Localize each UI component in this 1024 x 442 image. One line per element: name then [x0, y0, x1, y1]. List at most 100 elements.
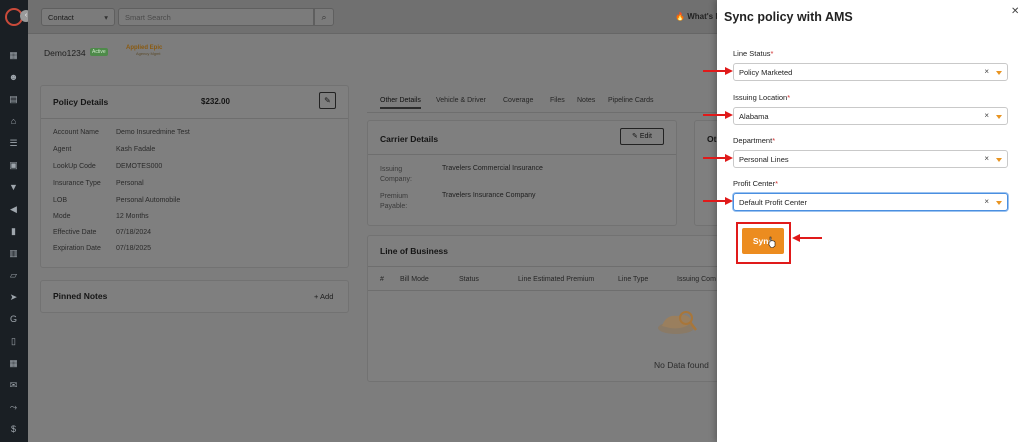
notes-icon[interactable]: ▯: [8, 336, 19, 347]
billing-icon[interactable]: $: [8, 424, 19, 435]
policy-field: LOB Personal Automobile: [53, 197, 180, 204]
policy-details-card: Policy Details $232.00 ✎ Account Name Dem…: [40, 85, 349, 268]
applied-epic-logo: Applied Epic Agency Mgmt: [126, 45, 162, 56]
select-value: Policy Marketed: [739, 68, 793, 77]
no-data-message: No Data found: [654, 360, 709, 370]
field-label: Effective Date: [53, 229, 97, 236]
pencil-icon: ✎: [632, 133, 638, 140]
line-status-select[interactable]: Policy Marketed ×: [733, 63, 1008, 81]
chevron-down-icon[interactable]: [996, 71, 1002, 75]
policy-field: Effective Date 07/18/2024: [53, 229, 151, 236]
column-header: Issuing Com: [677, 276, 716, 283]
column-header: #: [380, 276, 384, 283]
required-mark: *: [770, 49, 774, 58]
tab-coverage[interactable]: Coverage: [503, 97, 533, 104]
field-value: 07/18/2024: [116, 229, 152, 236]
premium-payable-value: Travelers Insurance Company: [442, 192, 536, 199]
policy-field: Agent Kash Fadale: [53, 146, 155, 153]
close-icon[interactable]: ✕: [1011, 6, 1019, 17]
label-text: Issuing Location: [733, 93, 788, 102]
field-label: Insurance Type: [53, 180, 101, 187]
hand-cursor-icon: [768, 236, 776, 248]
field-label: LOB: [53, 197, 68, 204]
profit-center-select[interactable]: Default Profit Center ×: [733, 193, 1008, 211]
workflow-icon[interactable]: ⤳: [8, 402, 19, 413]
list-icon[interactable]: ☰: [8, 138, 19, 149]
field-value: Kash Fadale: [116, 146, 156, 153]
department-select[interactable]: Personal Lines ×: [733, 150, 1008, 168]
google-icon[interactable]: G: [8, 314, 19, 325]
policy-field: Mode 12 Months: [53, 213, 149, 220]
context-select[interactable]: Contact ▾: [41, 8, 115, 26]
column-header: Status: [459, 276, 479, 283]
select-value: Alabama: [739, 112, 769, 121]
divider: [41, 118, 348, 119]
annotation-arrow-icon: [703, 197, 733, 205]
fire-icon: 🔥: [675, 12, 685, 21]
tab-files[interactable]: Files: [550, 97, 565, 104]
issuing-location-select[interactable]: Alabama ×: [733, 107, 1008, 125]
policies-icon[interactable]: ▤: [8, 94, 19, 105]
annotation-arrow-icon: [703, 111, 733, 119]
carrier-details-card: Carrier Details ✎ Edit Issuing Company: …: [367, 120, 677, 226]
required-mark: *: [772, 136, 776, 145]
policy-details-title: Policy Details: [53, 97, 109, 107]
reports-icon[interactable]: ▥: [8, 248, 19, 259]
select-value: Personal Lines: [739, 155, 789, 164]
sync-button[interactable]: Sync: [742, 228, 784, 254]
filter-icon[interactable]: ▼: [8, 182, 19, 193]
divider: [368, 266, 718, 267]
field-label: Agent: [53, 146, 72, 153]
field-label: Mode: [53, 213, 71, 220]
tab-other-details[interactable]: Other Details: [380, 97, 421, 109]
tab-pipeline-cards[interactable]: Pipeline Cards: [608, 97, 654, 104]
whats-new-link[interactable]: 🔥 What's N: [675, 12, 721, 21]
id-card-icon[interactable]: ▣: [8, 160, 19, 171]
profit-center-label: Profit Center*: [733, 179, 778, 188]
document-icon[interactable]: ▮: [8, 226, 19, 237]
send-icon[interactable]: ➤: [8, 292, 19, 303]
column-header: Line Type: [618, 276, 649, 283]
clear-icon[interactable]: ×: [984, 111, 989, 120]
clear-icon[interactable]: ×: [984, 197, 989, 206]
issuing-company-label: Issuing Company:: [380, 166, 412, 183]
edit-policy-button[interactable]: ✎: [319, 92, 336, 109]
select-value: Default Profit Center: [739, 198, 807, 207]
label-text: Department: [733, 136, 773, 145]
other-card-title: Ot: [707, 134, 717, 144]
edit-carrier-button[interactable]: ✎ Edit: [620, 128, 664, 145]
search-icon[interactable]: ⌕: [314, 8, 334, 26]
policy-amount: $232.00: [201, 97, 230, 106]
tab-notes[interactable]: Notes: [577, 97, 595, 104]
chevron-down-icon[interactable]: [996, 158, 1002, 162]
field-label: Expiration Date: [53, 245, 101, 252]
bank-icon[interactable]: ⌂: [8, 116, 19, 127]
dashboard-icon[interactable]: ▦: [8, 50, 19, 61]
annotation-arrow-icon: [703, 154, 733, 162]
tab-vehicle-driver[interactable]: Vehicle & Driver: [436, 97, 486, 104]
carrier-details-title: Carrier Details: [380, 134, 439, 144]
policy-field: Expiration Date 07/18/2025: [53, 245, 151, 252]
pinned-notes-title: Pinned Notes: [53, 291, 108, 301]
megaphone-icon[interactable]: ◀: [8, 204, 19, 215]
tabs-divider: [367, 112, 717, 113]
contacts-icon[interactable]: ☻: [8, 72, 19, 83]
chevron-down-icon[interactable]: [996, 115, 1002, 119]
clear-icon[interactable]: ×: [984, 154, 989, 163]
pencil-icon: ✎: [324, 96, 331, 105]
calendar-icon[interactable]: ▦: [8, 358, 19, 369]
chevron-down-icon[interactable]: [996, 201, 1002, 205]
smart-search-input[interactable]: Smart Search: [118, 8, 314, 26]
applied-logo-subtext: Agency Mgmt: [136, 51, 161, 56]
folder-icon[interactable]: ▱: [8, 270, 19, 281]
field-value: Personal Automobile: [116, 197, 181, 204]
mail-icon[interactable]: ✉: [8, 380, 19, 391]
line-of-business-card: Line of Business # Bill Mode Status Line…: [367, 235, 719, 382]
annotation-arrow-icon: [792, 234, 822, 242]
divider: [368, 154, 676, 155]
clear-icon[interactable]: ×: [984, 67, 989, 76]
label-text: Profit Center: [733, 179, 776, 188]
field-value: 07/18/2025: [116, 245, 152, 252]
field-label: Account Name: [53, 129, 99, 136]
add-note-button[interactable]: + Add: [314, 292, 333, 301]
